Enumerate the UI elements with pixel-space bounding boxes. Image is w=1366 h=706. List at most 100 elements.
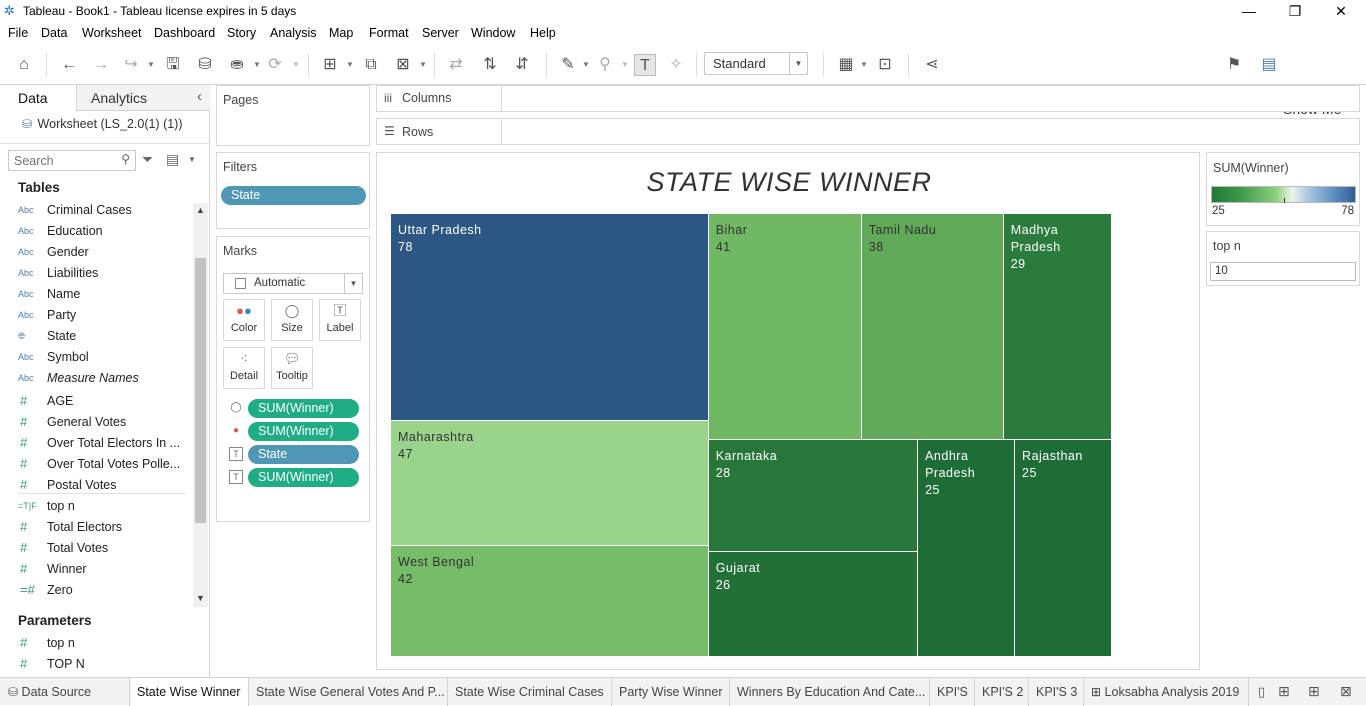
close-button[interactable]: ✕ <box>1318 0 1364 22</box>
refresh-icon[interactable]: ⟳ <box>264 54 286 76</box>
presentation-mode-icon[interactable]: ⊡ <box>874 54 896 76</box>
sheet-tab-kpis-3[interactable]: KPI'S 3 <box>1030 678 1084 706</box>
field-item[interactable]: =T|F top n <box>0 497 190 518</box>
menu-window[interactable]: Window <box>471 26 515 40</box>
scrollbar-thumb[interactable] <box>195 258 206 523</box>
treemap-cell[interactable]: Karnataka 28 <box>708 439 919 553</box>
field-item[interactable]: Abc Liabilities <box>0 264 190 285</box>
sheet-tab-party-wise-winner[interactable]: Party Wise Winner <box>613 678 730 706</box>
treemap-cell[interactable]: Tamil Nadu 38 <box>861 214 1004 440</box>
sheet-tab-kpis-2[interactable]: KPI'S 2 <box>976 678 1029 706</box>
view-options-icon[interactable]: ▤ <box>166 151 179 168</box>
duplicate-sheet-icon[interactable]: ⧉ <box>360 54 382 76</box>
treemap-cell[interactable]: Gujarat 26 <box>708 552 919 657</box>
rows-shelf[interactable]: ☰ Rows <box>376 118 1360 145</box>
menu-data[interactable]: Data <box>41 26 67 40</box>
sheet-tab-kpis[interactable]: KPI'S <box>931 678 975 706</box>
new-worksheet-icon[interactable]: ⊞ <box>1278 683 1290 700</box>
sheet-tab-criminal-cases[interactable]: State Wise Criminal Cases <box>449 678 612 706</box>
field-item[interactable]: # Over Total Electors In ... <box>0 434 190 455</box>
chevron-down-icon[interactable]: ▼ <box>621 54 629 76</box>
field-item[interactable]: Abc Symbol <box>0 348 190 369</box>
field-item[interactable]: Abc Party <box>0 306 190 327</box>
chevron-down-icon[interactable]: ▼ <box>346 54 354 76</box>
detail-button[interactable]: ⁖ Detail <box>223 347 265 389</box>
chevron-down-icon[interactable]: ▼ <box>253 54 261 76</box>
redo-icon[interactable]: → <box>90 54 112 76</box>
mark-type-select[interactable]: Automatic ▼ <box>223 273 363 294</box>
field-item[interactable]: Abc Criminal Cases <box>0 201 190 222</box>
minimize-button[interactable]: — <box>1226 0 1272 22</box>
treemap-cell[interactable]: Maharashtra 47 <box>391 420 709 546</box>
treemap-cell[interactable]: Uttar Pradesh 78 <box>391 214 709 421</box>
show-mark-labels-icon[interactable]: T <box>634 54 656 76</box>
pages-shelf[interactable]: Pages <box>216 85 370 146</box>
treemap-cell[interactable]: Rajasthan 25 <box>1015 439 1112 657</box>
story-tab-icon[interactable]: ▯ <box>1258 684 1265 700</box>
field-item[interactable]: # TOP N <box>0 655 190 676</box>
field-item[interactable]: # top n <box>0 634 190 655</box>
color-legend[interactable]: SUM(Winner) 25 78 <box>1206 152 1360 226</box>
label-button[interactable]: 🅃 Label <box>319 299 361 341</box>
field-item[interactable]: Abc Measure Names <box>0 369 190 390</box>
datasource-item[interactable]: ⛁ Worksheet (LS_2.0(1) (1)) <box>22 117 183 131</box>
collapse-pane-icon[interactable]: ‹ <box>197 88 202 105</box>
sheet-tab-general-votes[interactable]: State Wise General Votes And P... <box>250 678 448 706</box>
replay-icon[interactable]: ↪ <box>120 54 142 76</box>
treemap-cell[interactable]: West Bengal 42 <box>391 545 709 657</box>
group-members-icon[interactable]: ⚲ <box>594 54 616 76</box>
menu-format[interactable]: Format <box>369 26 409 40</box>
fix-axes-icon[interactable]: ✧ <box>665 54 687 76</box>
columns-shelf[interactable]: iii Columns <box>376 85 1360 112</box>
fit-select[interactable]: Standard ▼ <box>704 52 808 75</box>
mark-pill-label-state[interactable]: State <box>248 445 359 464</box>
sheet-tab-winners-by-education[interactable]: Winners By Education And Cate... <box>731 678 930 706</box>
filter-icon[interactable]: ⏷ <box>142 151 153 168</box>
scrollbar[interactable]: ▲ ▼ <box>193 203 208 607</box>
new-worksheet-icon[interactable]: ⊞ <box>319 54 341 76</box>
menu-worksheet[interactable]: Worksheet <box>82 26 142 40</box>
treemap-cell[interactable]: Andhra Pradesh 25 <box>918 439 1016 657</box>
data-source-tab[interactable]: ⛁ Data Source <box>0 678 130 706</box>
filter-pill-state[interactable]: State <box>221 186 366 205</box>
tab-analytics[interactable]: Analytics ‹ <box>76 85 210 111</box>
scroll-down-icon[interactable]: ▼ <box>196 593 205 603</box>
highlight-icon[interactable]: ✎ <box>557 54 579 76</box>
show-cards-icon[interactable]: ▦ <box>835 54 857 76</box>
topn-input[interactable]: 10 <box>1210 262 1356 281</box>
new-data-source-icon[interactable]: ⛁ <box>194 54 216 76</box>
field-item[interactable]: # Over Total Votes Polle... <box>0 455 190 476</box>
sheet-tab-state-wise-winner[interactable]: State Wise Winner <box>131 678 249 706</box>
sort-ascending-icon[interactable]: ⇅ <box>479 54 501 76</box>
treemap-cell[interactable]: Bihar 41 <box>708 214 862 440</box>
mark-pill-label-winner[interactable]: SUM(Winner) <box>248 468 359 487</box>
show-me-icon[interactable]: ▤ <box>1258 54 1280 76</box>
menu-story[interactable]: Story <box>227 26 256 40</box>
menu-analysis[interactable]: Analysis <box>270 26 317 40</box>
chevron-down-icon[interactable]: ▼ <box>860 54 868 76</box>
color-button[interactable]: ●● Color <box>223 299 265 341</box>
sort-descending-icon[interactable]: ⇵ <box>511 54 533 76</box>
undo-icon[interactable]: ← <box>58 54 80 76</box>
swap-rows-columns-icon[interactable]: ⇄ <box>445 54 467 76</box>
field-item[interactable]: Abc Education <box>0 222 190 243</box>
treemap-cell[interactable]: Madhya Pradesh 29 <box>1003 214 1112 440</box>
field-item[interactable]: # Total Votes <box>0 539 190 560</box>
clear-sheet-icon[interactable]: ⊠ <box>392 54 414 76</box>
save-icon[interactable]: 🖫 <box>162 54 184 76</box>
tooltip-button[interactable]: 💬︎ Tooltip <box>271 347 313 389</box>
chevron-down-icon[interactable]: ▼ <box>188 155 196 164</box>
filters-shelf[interactable]: Filters State <box>216 152 370 229</box>
format-workbook-icon[interactable]: ⚑ <box>1223 54 1245 76</box>
field-item[interactable]: # Total Electors <box>0 518 190 539</box>
home-icon[interactable]: ⌂ <box>13 54 35 76</box>
field-item[interactable]: Abc Gender <box>0 243 190 264</box>
scroll-up-icon[interactable]: ▲ <box>196 205 205 215</box>
menu-file[interactable]: File <box>8 26 28 40</box>
search-box[interactable]: ⚲ <box>8 150 136 171</box>
sheet-tab-loksabha-analysis[interactable]: ⊞ Loksabha Analysis 2019 <box>1085 678 1249 706</box>
mark-pill-color[interactable]: SUM(Winner) <box>248 422 359 441</box>
new-story-icon[interactable]: ⊠ <box>1340 683 1352 700</box>
field-item[interactable]: # General Votes <box>0 413 190 434</box>
field-item[interactable]: 🌐︎ State <box>0 327 190 348</box>
